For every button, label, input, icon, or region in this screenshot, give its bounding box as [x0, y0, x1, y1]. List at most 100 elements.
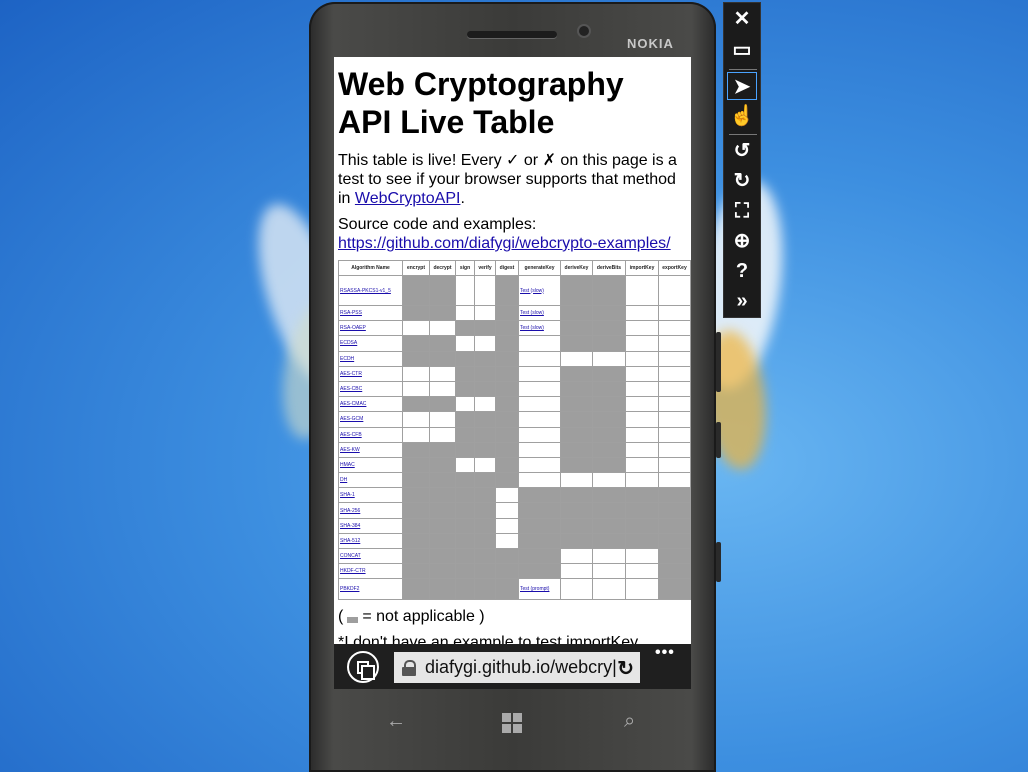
run-test-link[interactable]: Test (prompt): [518, 578, 561, 601]
algorithm-name-link[interactable]: AES-CBC: [338, 380, 403, 398]
support-cell: [592, 472, 626, 489]
support-cell: [560, 335, 593, 352]
table-header-cell: generateKey: [518, 260, 561, 276]
run-test-link[interactable]: Test (slow): [518, 320, 561, 337]
support-cell: [625, 335, 659, 352]
algorithm-name-link[interactable]: RSASSA-PKCS1-v1_5: [338, 275, 403, 306]
search-icon[interactable]: ⌕: [624, 710, 635, 733]
support-cell: [495, 563, 519, 580]
support-cell: [495, 441, 519, 458]
support-cell: [592, 517, 626, 534]
support-cell: [474, 335, 496, 352]
algorithm-name-link[interactable]: AES-CMAC: [338, 396, 403, 413]
pointer-icon[interactable]: ➤: [727, 72, 757, 100]
minimize-icon[interactable]: ▭: [727, 36, 757, 64]
support-cell: [495, 320, 519, 337]
back-arrow-icon[interactable]: ←: [386, 710, 406, 733]
support-cell: [474, 365, 496, 382]
table-header-cell: deriveBits: [592, 260, 626, 276]
support-cell: [455, 456, 475, 474]
support-cell: [455, 487, 475, 504]
algorithm-name-link[interactable]: SHA-1: [338, 487, 403, 504]
algorithm-name-link[interactable]: DH: [338, 472, 403, 489]
tools-expand-icon[interactable]: »: [727, 287, 757, 315]
support-cell: [658, 517, 691, 534]
table-header-cell: Algorithm Name: [338, 260, 403, 276]
phone-screen: Web Cryptography API Live Table This tab…: [334, 57, 691, 689]
support-cell: [592, 380, 626, 398]
refresh-icon[interactable]: ↻: [617, 656, 634, 681]
support-cell: [474, 547, 496, 565]
support-cell: [402, 578, 430, 601]
table-row: ECDSA: [338, 335, 691, 352]
volume-button[interactable]: [716, 332, 721, 392]
tabs-button[interactable]: [347, 651, 379, 683]
webcryptoapi-link[interactable]: WebCryptoAPI: [355, 190, 461, 207]
support-cell: [455, 396, 475, 413]
algorithm-name-link[interactable]: ECDH: [338, 350, 403, 367]
support-cell: [518, 472, 561, 489]
support-cell: [518, 380, 561, 398]
support-cell: [429, 532, 456, 550]
support-cell: [474, 578, 496, 601]
rotate-right-icon[interactable]: ↻: [727, 167, 757, 195]
algorithm-name-link[interactable]: SHA-512: [338, 532, 403, 550]
support-cell: [474, 441, 496, 458]
support-cell: [474, 320, 496, 337]
support-cell: [474, 563, 496, 580]
algorithm-name-link[interactable]: HMAC: [338, 456, 403, 474]
support-cell: [560, 472, 593, 489]
more-options-button[interactable]: •••: [655, 644, 675, 662]
algorithm-name-link[interactable]: AES-CFB: [338, 426, 403, 443]
support-cell: [429, 275, 456, 306]
support-cell: [592, 487, 626, 504]
support-cell: [518, 487, 561, 504]
close-icon[interactable]: ✕: [727, 5, 757, 33]
algorithm-name-link[interactable]: RSA-PSS: [338, 304, 403, 322]
support-cell: [474, 532, 496, 550]
fit-to-screen-icon[interactable]: ⛶: [727, 197, 757, 225]
support-cell: [658, 547, 691, 565]
source-url-link[interactable]: https://github.com/diafygi/webcrypto-exa…: [338, 235, 671, 252]
algorithm-name-link[interactable]: SHA-384: [338, 517, 403, 534]
algorithm-name-link[interactable]: AES-GCM: [338, 411, 403, 428]
web-page-content[interactable]: Web Cryptography API Live Table This tab…: [334, 57, 691, 644]
support-cell: [560, 396, 593, 413]
zoom-icon[interactable]: ⊕: [727, 227, 757, 255]
algorithm-name-link[interactable]: ECDSA: [338, 335, 403, 352]
support-cell: [429, 578, 456, 601]
run-test-link[interactable]: Test (slow): [518, 304, 561, 322]
support-cell: [402, 563, 430, 580]
support-cell: [495, 380, 519, 398]
help-icon[interactable]: ?: [727, 257, 757, 285]
algorithm-name-link[interactable]: CONCAT: [338, 547, 403, 565]
support-cell: [592, 441, 626, 458]
table-header-row: Algorithm Name encrypt decrypt sign verify di…: [338, 260, 691, 276]
support-cell: [625, 350, 659, 367]
support-cell: [658, 304, 691, 322]
rotate-left-icon[interactable]: ↺: [727, 137, 757, 165]
algorithm-name-link[interactable]: RSA-OAEP: [338, 320, 403, 337]
algorithm-name-link[interactable]: AES-KW: [338, 441, 403, 458]
url-field[interactable]: diafygi.github.io/webcry| ↻: [394, 652, 640, 683]
support-cell: [455, 350, 475, 367]
support-cell: [455, 411, 475, 428]
algorithm-name-link[interactable]: SHA-256: [338, 502, 403, 519]
camera-button[interactable]: [716, 542, 721, 582]
support-cell: [560, 456, 593, 474]
support-cell: [455, 426, 475, 443]
support-cell: [402, 275, 430, 306]
support-cell: [402, 547, 430, 565]
touch-hand-icon[interactable]: ☝: [727, 102, 757, 130]
support-cell: [495, 426, 519, 443]
algorithm-name-link[interactable]: PBKDF2: [338, 578, 403, 601]
algorithm-name-link[interactable]: HKDF-CTR: [338, 563, 403, 580]
windows-start-icon[interactable]: [502, 713, 522, 733]
algorithm-name-link[interactable]: AES-CTR: [338, 365, 403, 382]
support-cell: [495, 578, 519, 601]
power-button[interactable]: [716, 422, 721, 458]
support-cell: [560, 547, 593, 565]
run-test-link[interactable]: Test (slow): [518, 275, 561, 306]
table-header-cell: verify: [474, 260, 496, 276]
lock-icon: [402, 659, 416, 676]
